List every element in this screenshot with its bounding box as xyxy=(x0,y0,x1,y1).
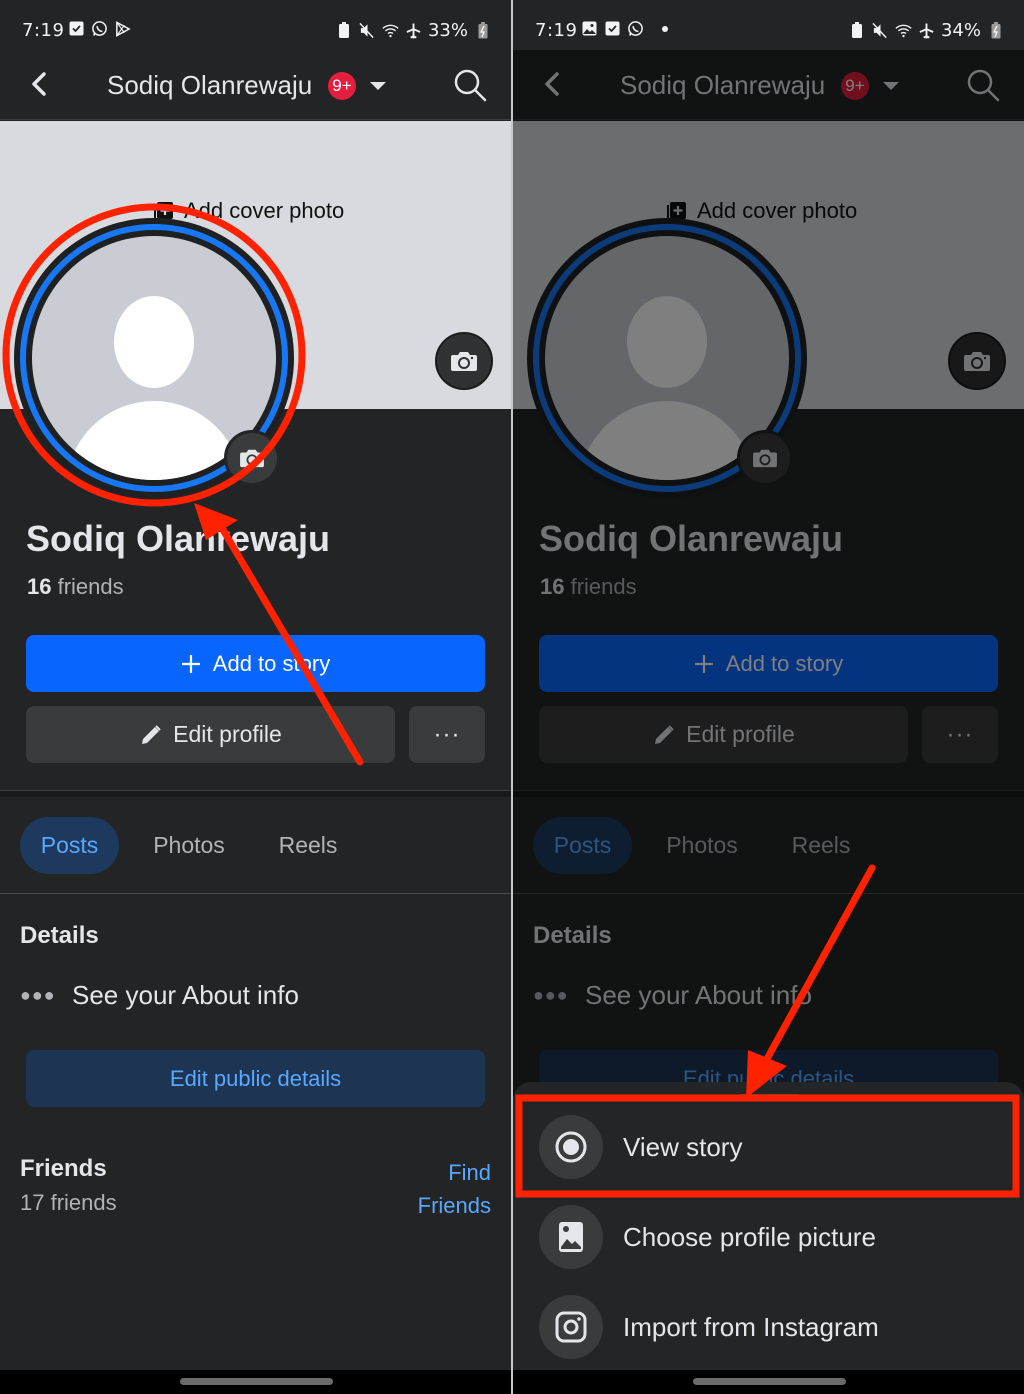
camera-icon xyxy=(240,449,264,468)
gesture-nav-bar xyxy=(0,1370,511,1394)
tab-posts[interactable]: Posts xyxy=(20,817,119,874)
camera-icon xyxy=(451,352,477,371)
add-cover-photo-label: Add cover photo xyxy=(184,198,345,223)
avatar-silhouette-body xyxy=(66,401,242,480)
wifi-icon xyxy=(895,22,912,39)
friends-heading: Friends xyxy=(20,1155,107,1182)
profile-tabs: Posts Photos Reels xyxy=(0,797,511,894)
whatsapp-icon xyxy=(91,20,108,37)
add-to-story-button[interactable]: Add to story xyxy=(26,635,485,692)
image-icon xyxy=(539,1205,603,1269)
status-bar: 7:19 34% xyxy=(513,0,1024,50)
sheet-item-view-story[interactable]: View story xyxy=(513,1102,1024,1192)
section-divider xyxy=(0,790,511,797)
friends-count[interactable]: 16 friends xyxy=(27,574,124,600)
status-time: 7:19 xyxy=(535,20,578,41)
checkbox-icon xyxy=(68,20,85,37)
left-screen: 7:19 33% Sodiq Olanrewaju 9+ Add cover p… xyxy=(0,0,511,1394)
home-handle[interactable] xyxy=(693,1378,846,1385)
edit-profile-button[interactable]: Edit profile xyxy=(26,706,395,763)
tab-photos[interactable]: Photos xyxy=(139,817,239,874)
sheet-item-choose-profile-picture[interactable]: Choose profile picture xyxy=(513,1192,1024,1282)
notification-dot xyxy=(662,25,668,32)
status-bar: 7:19 33% xyxy=(0,0,511,50)
battery-saver-icon xyxy=(336,22,353,39)
sheet-item-import-instagram[interactable]: Import from Instagram xyxy=(513,1282,1024,1372)
friends-number: 16 xyxy=(27,574,52,599)
airplane-icon xyxy=(918,22,935,39)
instagram-icon xyxy=(539,1295,603,1359)
pencil-icon xyxy=(142,724,161,744)
wifi-icon xyxy=(382,22,399,39)
more-options-button[interactable]: ··· xyxy=(409,706,485,763)
find-friends-link[interactable]: Find Friends xyxy=(418,1156,491,1222)
whatsapp-icon xyxy=(627,20,644,37)
friends-label: friends xyxy=(57,574,124,599)
see-about-info-row[interactable]: ●●● See your About info xyxy=(20,980,299,1011)
friends-subtitle: 17 friends xyxy=(20,1190,117,1215)
home-handle[interactable] xyxy=(180,1378,333,1385)
avatar-silhouette-head xyxy=(114,296,194,388)
battery-charging-icon xyxy=(474,22,491,39)
profile-name: Sodiq Olanrewaju xyxy=(26,518,331,559)
sheet-item-label: Import from Instagram xyxy=(623,1311,879,1342)
play-store-icon xyxy=(114,20,131,37)
back-arrow-icon[interactable] xyxy=(24,68,56,100)
sheet-drag-handle[interactable] xyxy=(738,1094,800,1099)
battery-percent: 34% xyxy=(940,20,981,41)
tab-reels[interactable]: Reels xyxy=(262,817,354,874)
top-app-bar: Sodiq Olanrewaju 9+ xyxy=(0,50,511,120)
right-screen: 7:19 34% Sodiq Olanrewaju 9+ Add cover p… xyxy=(513,0,1024,1394)
search-icon[interactable] xyxy=(453,68,487,102)
mute-icon xyxy=(872,22,889,39)
plus-icon xyxy=(181,654,200,673)
add-to-story-label: Add to story xyxy=(212,650,331,676)
sheet-item-label: View story xyxy=(623,1131,743,1162)
profile-picture-bottom-sheet: View story Choose profile picture Import… xyxy=(513,1082,1024,1370)
radio-dot-icon xyxy=(539,1115,603,1179)
battery-percent: 33% xyxy=(427,20,468,41)
see-about-info-label: See your About info xyxy=(72,980,299,1010)
find-friends-line1: Find xyxy=(448,1160,491,1185)
edit-profile-label: Edit profile xyxy=(173,721,282,747)
gesture-nav-bar xyxy=(513,1370,1024,1394)
notification-badge: 9+ xyxy=(328,72,356,100)
cover-camera-button[interactable] xyxy=(435,332,493,390)
status-time: 7:19 xyxy=(22,20,65,41)
profile-picture[interactable] xyxy=(14,218,294,498)
profile-switcher-title[interactable]: Sodiq Olanrewaju xyxy=(107,70,312,101)
edit-public-details-button[interactable]: Edit public details xyxy=(26,1050,485,1107)
more-dots-icon: ●●● xyxy=(20,985,56,1005)
mute-icon xyxy=(359,22,376,39)
airplane-icon xyxy=(405,22,422,39)
details-heading: Details xyxy=(20,922,99,949)
checkbox-icon xyxy=(604,20,621,37)
chevron-down-icon[interactable] xyxy=(370,82,386,90)
sheet-item-label: Choose profile picture xyxy=(623,1221,876,1252)
profile-camera-button[interactable] xyxy=(224,430,280,486)
battery-charging-icon xyxy=(987,22,1004,39)
find-friends-line2: Friends xyxy=(417,1193,491,1218)
gallery-icon xyxy=(581,20,598,37)
battery-saver-icon xyxy=(849,22,866,39)
